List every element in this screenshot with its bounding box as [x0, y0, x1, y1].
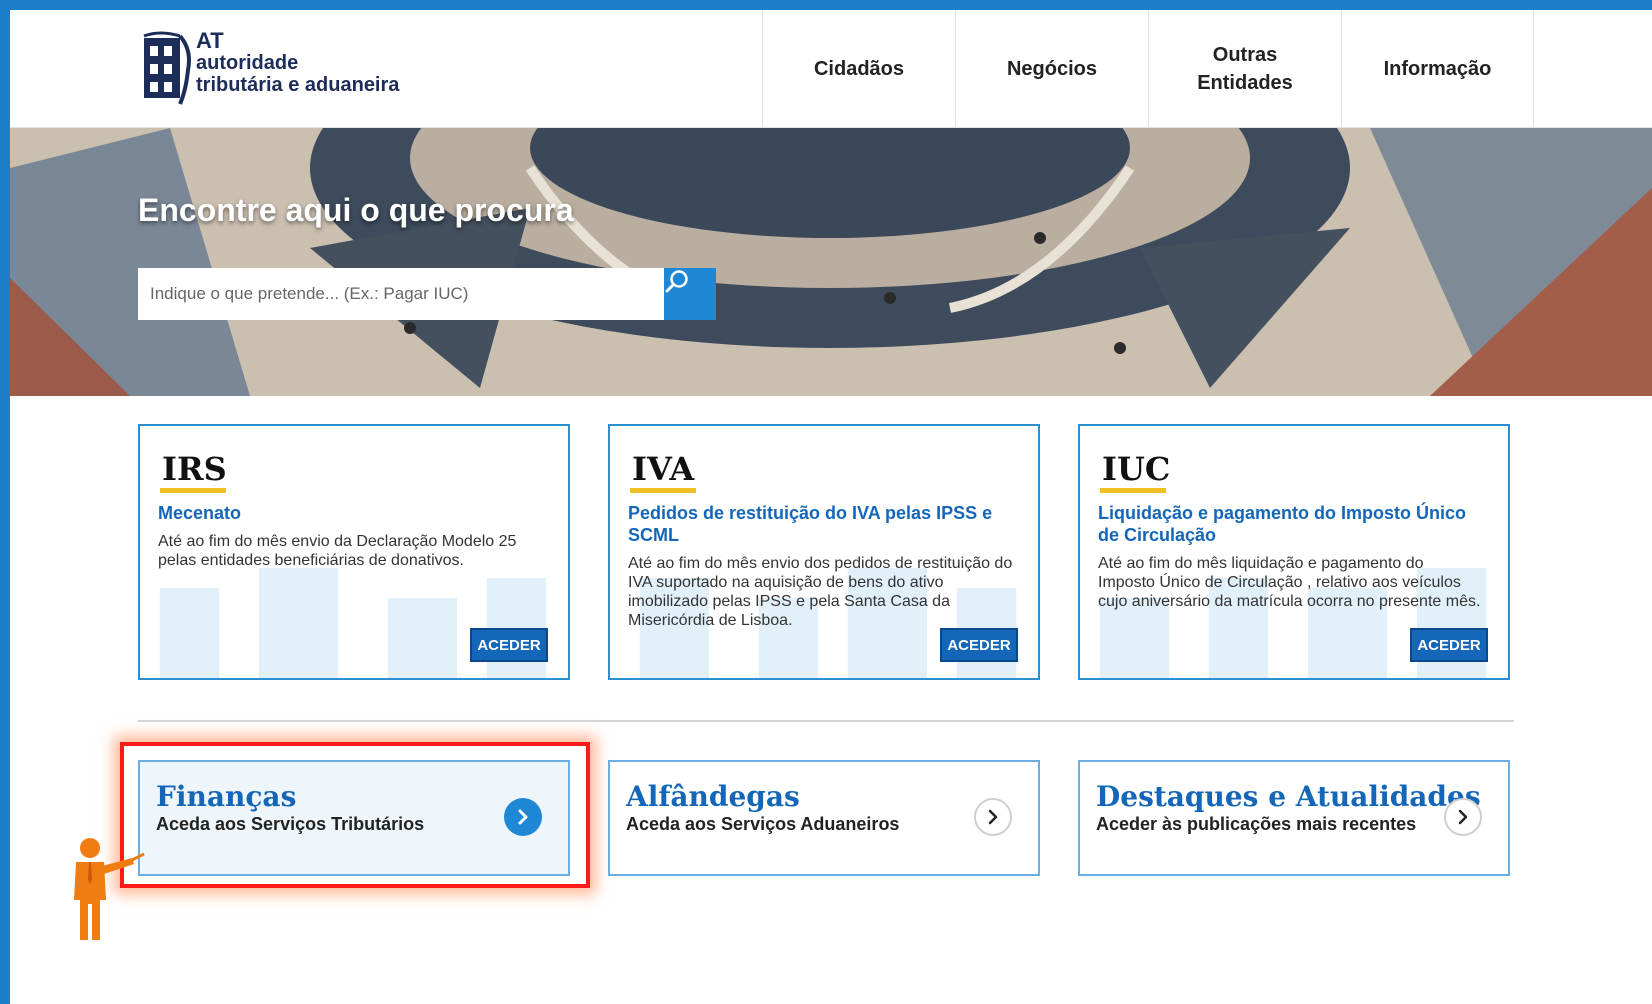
card-irs: IRS Mecenato Até ao fim do mês envio da …	[138, 424, 570, 680]
link-title: Finanças	[156, 780, 297, 813]
chevron-right-icon	[988, 809, 998, 825]
link-financas[interactable]: Finanças Aceda aos Serviços Tributários	[138, 760, 570, 876]
chevron-right-button[interactable]	[974, 798, 1012, 836]
presenter-figure-icon	[74, 838, 145, 940]
logo-line-autoridade: autoridade	[196, 52, 299, 74]
card-title-underline	[630, 488, 696, 493]
card-subtitle[interactable]: Mecenato	[158, 502, 544, 524]
hero-background-image	[10, 128, 1652, 396]
link-subtitle: Aceda aos Serviços Aduaneiros	[626, 814, 900, 834]
hero-banner: Encontre aqui o que procura	[10, 128, 1652, 396]
link-title: Destaques e Atualidades	[1096, 780, 1481, 813]
search-icon	[665, 270, 688, 293]
chevron-right-icon	[1458, 809, 1468, 825]
nav-item-outras-entidades-label: Outras Entidades	[1197, 44, 1293, 94]
card-title: IRS	[162, 450, 227, 488]
card-subtitle[interactable]: Pedidos de restituição do IVA pelas IPSS…	[628, 502, 1014, 546]
hero-title: Encontre aqui o que procura	[138, 192, 574, 228]
card-title-underline	[160, 488, 226, 493]
link-subtitle: Aceda aos Serviços Tributários	[156, 814, 425, 834]
search-button[interactable]	[664, 268, 716, 320]
nav-item-informacao[interactable]: Informação	[1341, 10, 1534, 128]
chevron-right-icon	[518, 809, 528, 825]
card-description: Até ao fim do mês liquidação e pagamento…	[1098, 555, 1481, 610]
aceder-button[interactable]: ACEDER	[940, 628, 1018, 662]
nav-item-outras-entidades[interactable]: Outras Entidades	[1148, 10, 1341, 128]
logo-acronym: AT	[196, 28, 224, 53]
window-frame-top	[0, 0, 1652, 10]
site-header: AT autoridade tributária e aduaneira Cid…	[10, 10, 1652, 128]
aceder-button[interactable]: ACEDER	[1410, 628, 1488, 662]
card-description: Até ao fim do mês envio da Declaração Mo…	[158, 533, 517, 569]
search-input[interactable]	[138, 268, 664, 320]
link-destaques[interactable]: Destaques e Atualidades Aceder às public…	[1078, 760, 1510, 876]
section-divider	[138, 720, 1514, 722]
at-emblem-icon	[143, 31, 191, 105]
aceder-button[interactable]: ACEDER	[470, 628, 548, 662]
card-iuc: IUC Liquidação e pagamento do Imposto Ún…	[1078, 424, 1510, 680]
card-title: IUC	[1102, 450, 1171, 488]
main-nav: Cidadãos Negócios Outras Entidades Infor…	[762, 10, 1534, 128]
logo-line-tributaria: tributária e aduaneira	[196, 74, 400, 96]
link-title: Alfândegas	[626, 780, 800, 813]
card-description: Até ao fim do mês envio dos pedidos de r…	[628, 555, 1013, 629]
chevron-right-button[interactable]	[504, 798, 542, 836]
card-iva: IVA Pedidos de restituição do IVA pelas …	[608, 424, 1040, 680]
nav-item-cidadaos[interactable]: Cidadãos	[762, 10, 955, 128]
window-frame-left	[0, 0, 10, 1004]
link-subtitle: Aceder às publicações mais recentes	[1096, 814, 1417, 834]
card-title-underline	[1100, 488, 1166, 493]
card-title: IVA	[632, 450, 695, 488]
nav-item-negocios[interactable]: Negócios	[955, 10, 1148, 128]
chevron-right-button[interactable]	[1444, 798, 1482, 836]
at-logo[interactable]: AT autoridade tributária e aduaneira	[140, 30, 399, 110]
link-alfandegas[interactable]: Alfândegas Aceda aos Serviços Aduaneiros	[608, 760, 1040, 876]
card-subtitle[interactable]: Liquidação e pagamento do Imposto Único …	[1098, 502, 1484, 546]
